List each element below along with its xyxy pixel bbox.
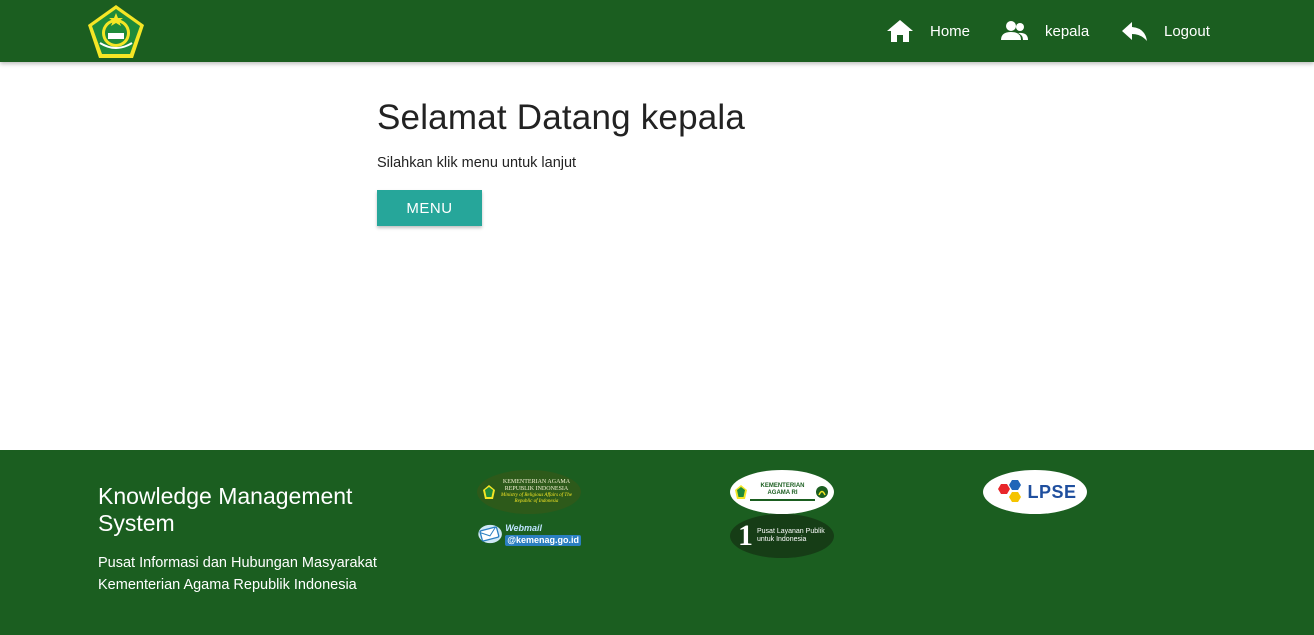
kemenag-ri-link[interactable]: KEMENTERIAN AGAMA REPUBLIK INDONESIA Min… [477, 470, 581, 514]
footer: Knowledge Management System Pusat Inform… [0, 450, 1314, 635]
footer-title: Knowledge Management System [98, 483, 353, 536]
lpse-label: LPSE [1027, 481, 1077, 502]
kemenag-ri-subtext: Ministry of Religious Affairs of The Rep… [501, 493, 572, 504]
nav-logout[interactable]: Logout [1121, 0, 1210, 62]
footer-line-1: Pusat Informasi dan Hubungan Masyarakat [98, 555, 377, 571]
kemenag-emblem-icon [483, 485, 495, 499]
layanan-number: 1 [738, 519, 753, 552]
webmail-label: Webmail [505, 522, 543, 533]
footer-line-2: Kementerian Agama Republik Indonesia [98, 577, 357, 593]
top-navbar: Home kepala Logout [0, 0, 1314, 62]
kemenag-logo[interactable] [86, 3, 146, 60]
nav-user-label: kepala [1045, 22, 1090, 40]
users-icon [1001, 21, 1028, 40]
home-icon [887, 20, 913, 42]
layanan-text: Pusat Layanan Publik untuk Indonesia [757, 528, 825, 543]
footer-description: Pusat Informasi dan Hubungan Masyarakat … [98, 552, 377, 596]
kemenag-ri-text: KEMENTERIAN AGAMA REPUBLIK INDONESIA [502, 479, 571, 492]
page-title: Selamat Datang kepala [377, 98, 746, 137]
kemenag-emblem-icon [735, 485, 747, 499]
lpse-link[interactable]: LPSE [983, 470, 1087, 514]
nav-logout-label: Logout [1164, 22, 1210, 40]
envelope-icon [478, 524, 502, 544]
main-content: Selamat Datang kepala Silahkan klik menu… [377, 98, 745, 226]
page-subtitle: Silahkan klik menu untuk lanjut [377, 155, 577, 171]
kemenag-portal-link[interactable]: KEMENTERIAN AGAMA RI [730, 470, 834, 514]
layanan-publik-link[interactable]: 1 Pusat Layanan Publik untuk Indonesia [730, 514, 834, 558]
nav-user[interactable]: kepala [1001, 0, 1089, 62]
kemenag-portal-text: KEMENTERIAN AGAMA RI [760, 483, 805, 496]
webmail-domain: @kemenag.go.id [505, 534, 581, 546]
webmail-link[interactable]: Webmail @kemenag.go.id [477, 514, 581, 554]
ministry-emblem-icon [816, 486, 828, 498]
lpse-hexagon-icon [998, 480, 1022, 502]
nav-home-label: Home [930, 22, 971, 40]
menu-button[interactable]: MENU [377, 190, 482, 226]
nav-home[interactable]: Home [886, 0, 970, 62]
reply-icon [1122, 22, 1147, 41]
